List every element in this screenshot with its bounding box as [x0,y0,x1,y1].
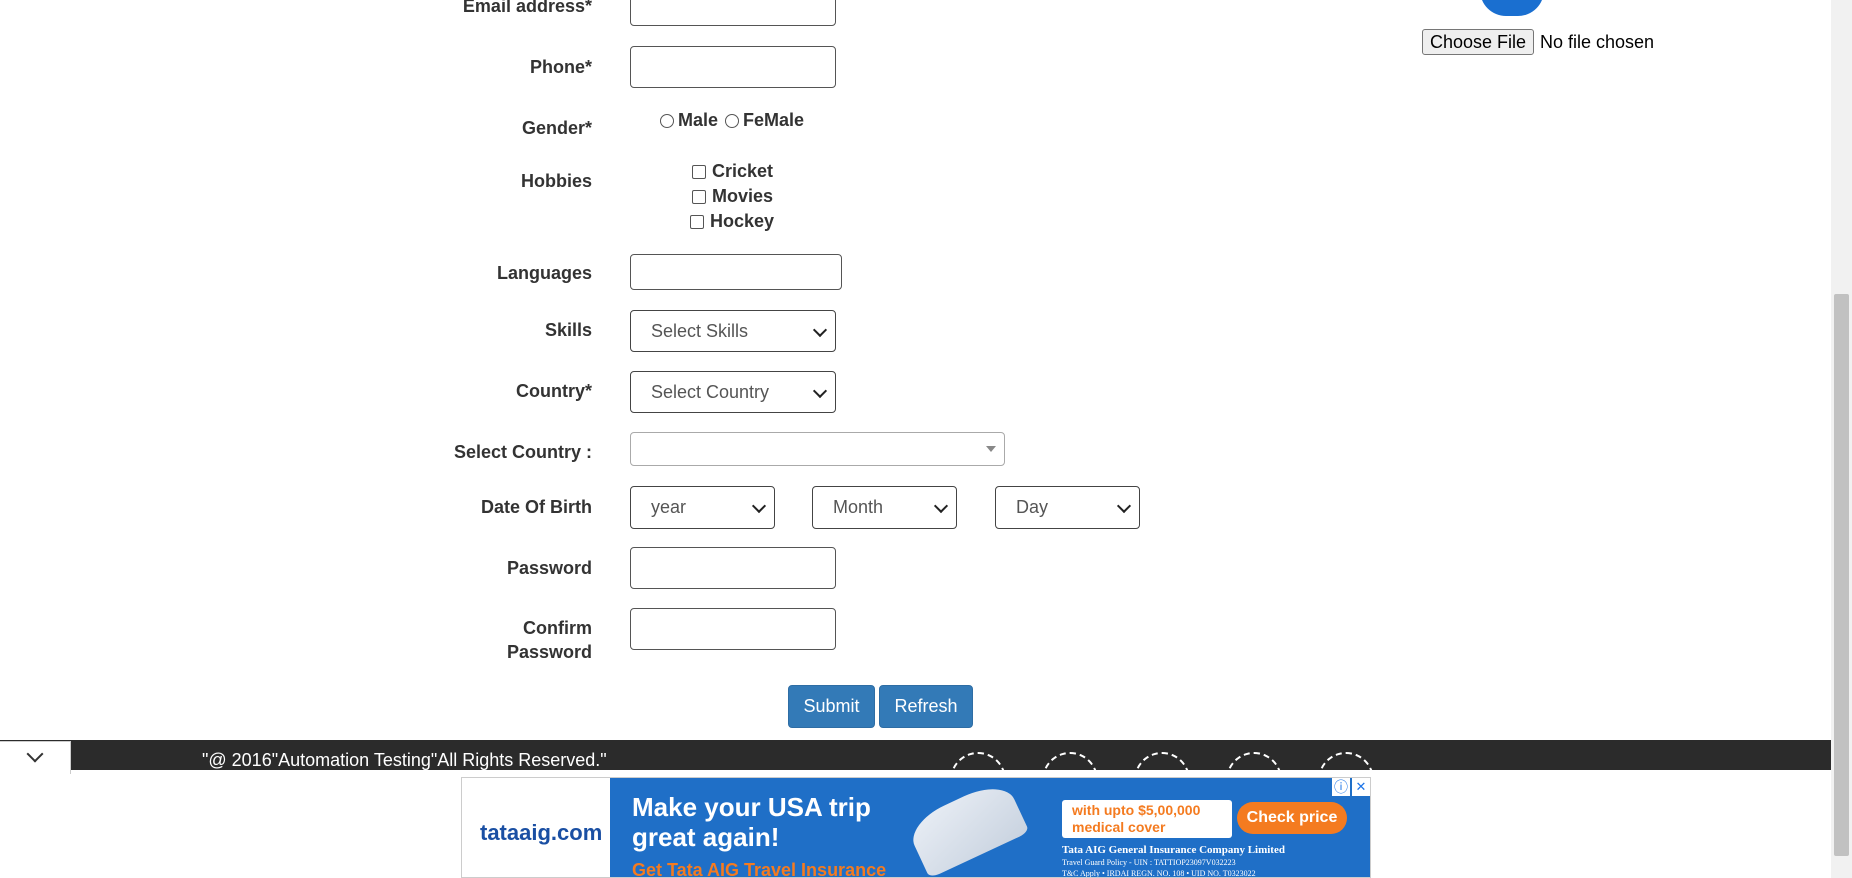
select-country-combobox[interactable] [630,432,1005,466]
ad-headline-1: Make your USA trip [632,792,871,822]
ad-info-icon[interactable]: ⓘ [1332,778,1350,796]
password-label: Password [506,558,592,578]
checkbox-icon[interactable] [690,215,704,230]
footer: "@ 2016"Automation Testing"All Rights Re… [0,740,1831,808]
confirm-password-input[interactable] [630,608,836,650]
confirm-password-label: Confirm Password [506,618,592,662]
chevron-down-icon [1116,498,1132,514]
checkbox-icon[interactable] [692,165,706,180]
country-select[interactable]: Select Country [630,371,836,413]
chevron-down-icon [26,745,44,763]
dob-year-select[interactable]: year [630,486,775,529]
collapse-ad-tab[interactable] [0,741,71,774]
hobby-cricket-checkbox[interactable]: Cricket [692,160,773,182]
password-input[interactable] [630,547,836,589]
hobbies-label: Hobbies [520,171,592,191]
hobby-hockey-checkbox[interactable]: Hockey [690,210,774,232]
airplane-graphic-icon [904,778,1030,877]
ad-offer-box: with upto $5,00,000 medical cover [1062,800,1232,838]
languages-label: Languages [496,263,592,283]
refresh-button[interactable]: Refresh [879,685,973,728]
gender-label: Gender* [521,118,592,138]
dob-day-select[interactable]: Day [995,486,1140,529]
ad-subline: Get Tata AIG Travel Insurance [632,860,887,878]
checkbox-icon[interactable] [692,190,706,205]
email-label: Email address* [462,0,592,16]
phone-label: Phone* [529,57,592,77]
phone-input[interactable] [630,46,836,88]
dob-month-select[interactable]: Month [812,486,957,529]
select-country-label: Select Country : [453,442,592,462]
caret-down-icon [986,446,996,452]
country-label: Country* [516,381,592,401]
ad-company: Tata AIG General Insurance Company Limit… [1062,844,1285,856]
gender-female-radio[interactable]: FeMale [725,109,804,131]
hobby-movies-checkbox[interactable]: Movies [692,185,773,207]
chevron-down-icon [812,383,828,399]
upload-graphic-icon [1480,0,1544,16]
dob-label: Date Of Birth [480,497,592,517]
skills-select[interactable]: Select Skills [630,310,836,352]
gender-male-radio[interactable]: Male [660,109,718,131]
ad-cta-button[interactable]: Check price [1237,802,1347,834]
chevron-down-icon [812,322,828,338]
ad-close-icon[interactable]: ✕ [1352,778,1370,796]
choose-file-button[interactable]: Choose File [1422,29,1534,55]
email-input[interactable] [630,0,836,26]
ad-headline-2: great again! [632,822,780,852]
ad-legal: T&C Apply • IRDAI REGN. NO. 108 • UID NO… [1062,869,1256,878]
ad-policy: Travel Guard Policy - UIN : TATTIOP23097… [1062,858,1236,867]
chevron-down-icon [751,498,767,514]
file-status-text: No file chosen [1540,32,1655,52]
radio-icon[interactable] [660,114,674,129]
radio-icon[interactable] [725,114,739,129]
skills-label: Skills [544,320,592,340]
scrollbar-thumb[interactable] [1834,294,1849,856]
submit-button[interactable]: Submit [788,685,875,728]
ad-banner[interactable]: tataaig.com Make your USA trip great aga… [461,777,1371,878]
chevron-down-icon [933,498,949,514]
languages-input[interactable] [630,254,842,290]
ad-brand: tataaig.com [480,820,603,845]
footer-copyright: "@ 2016"Automation Testing"All Rights Re… [202,750,607,770]
